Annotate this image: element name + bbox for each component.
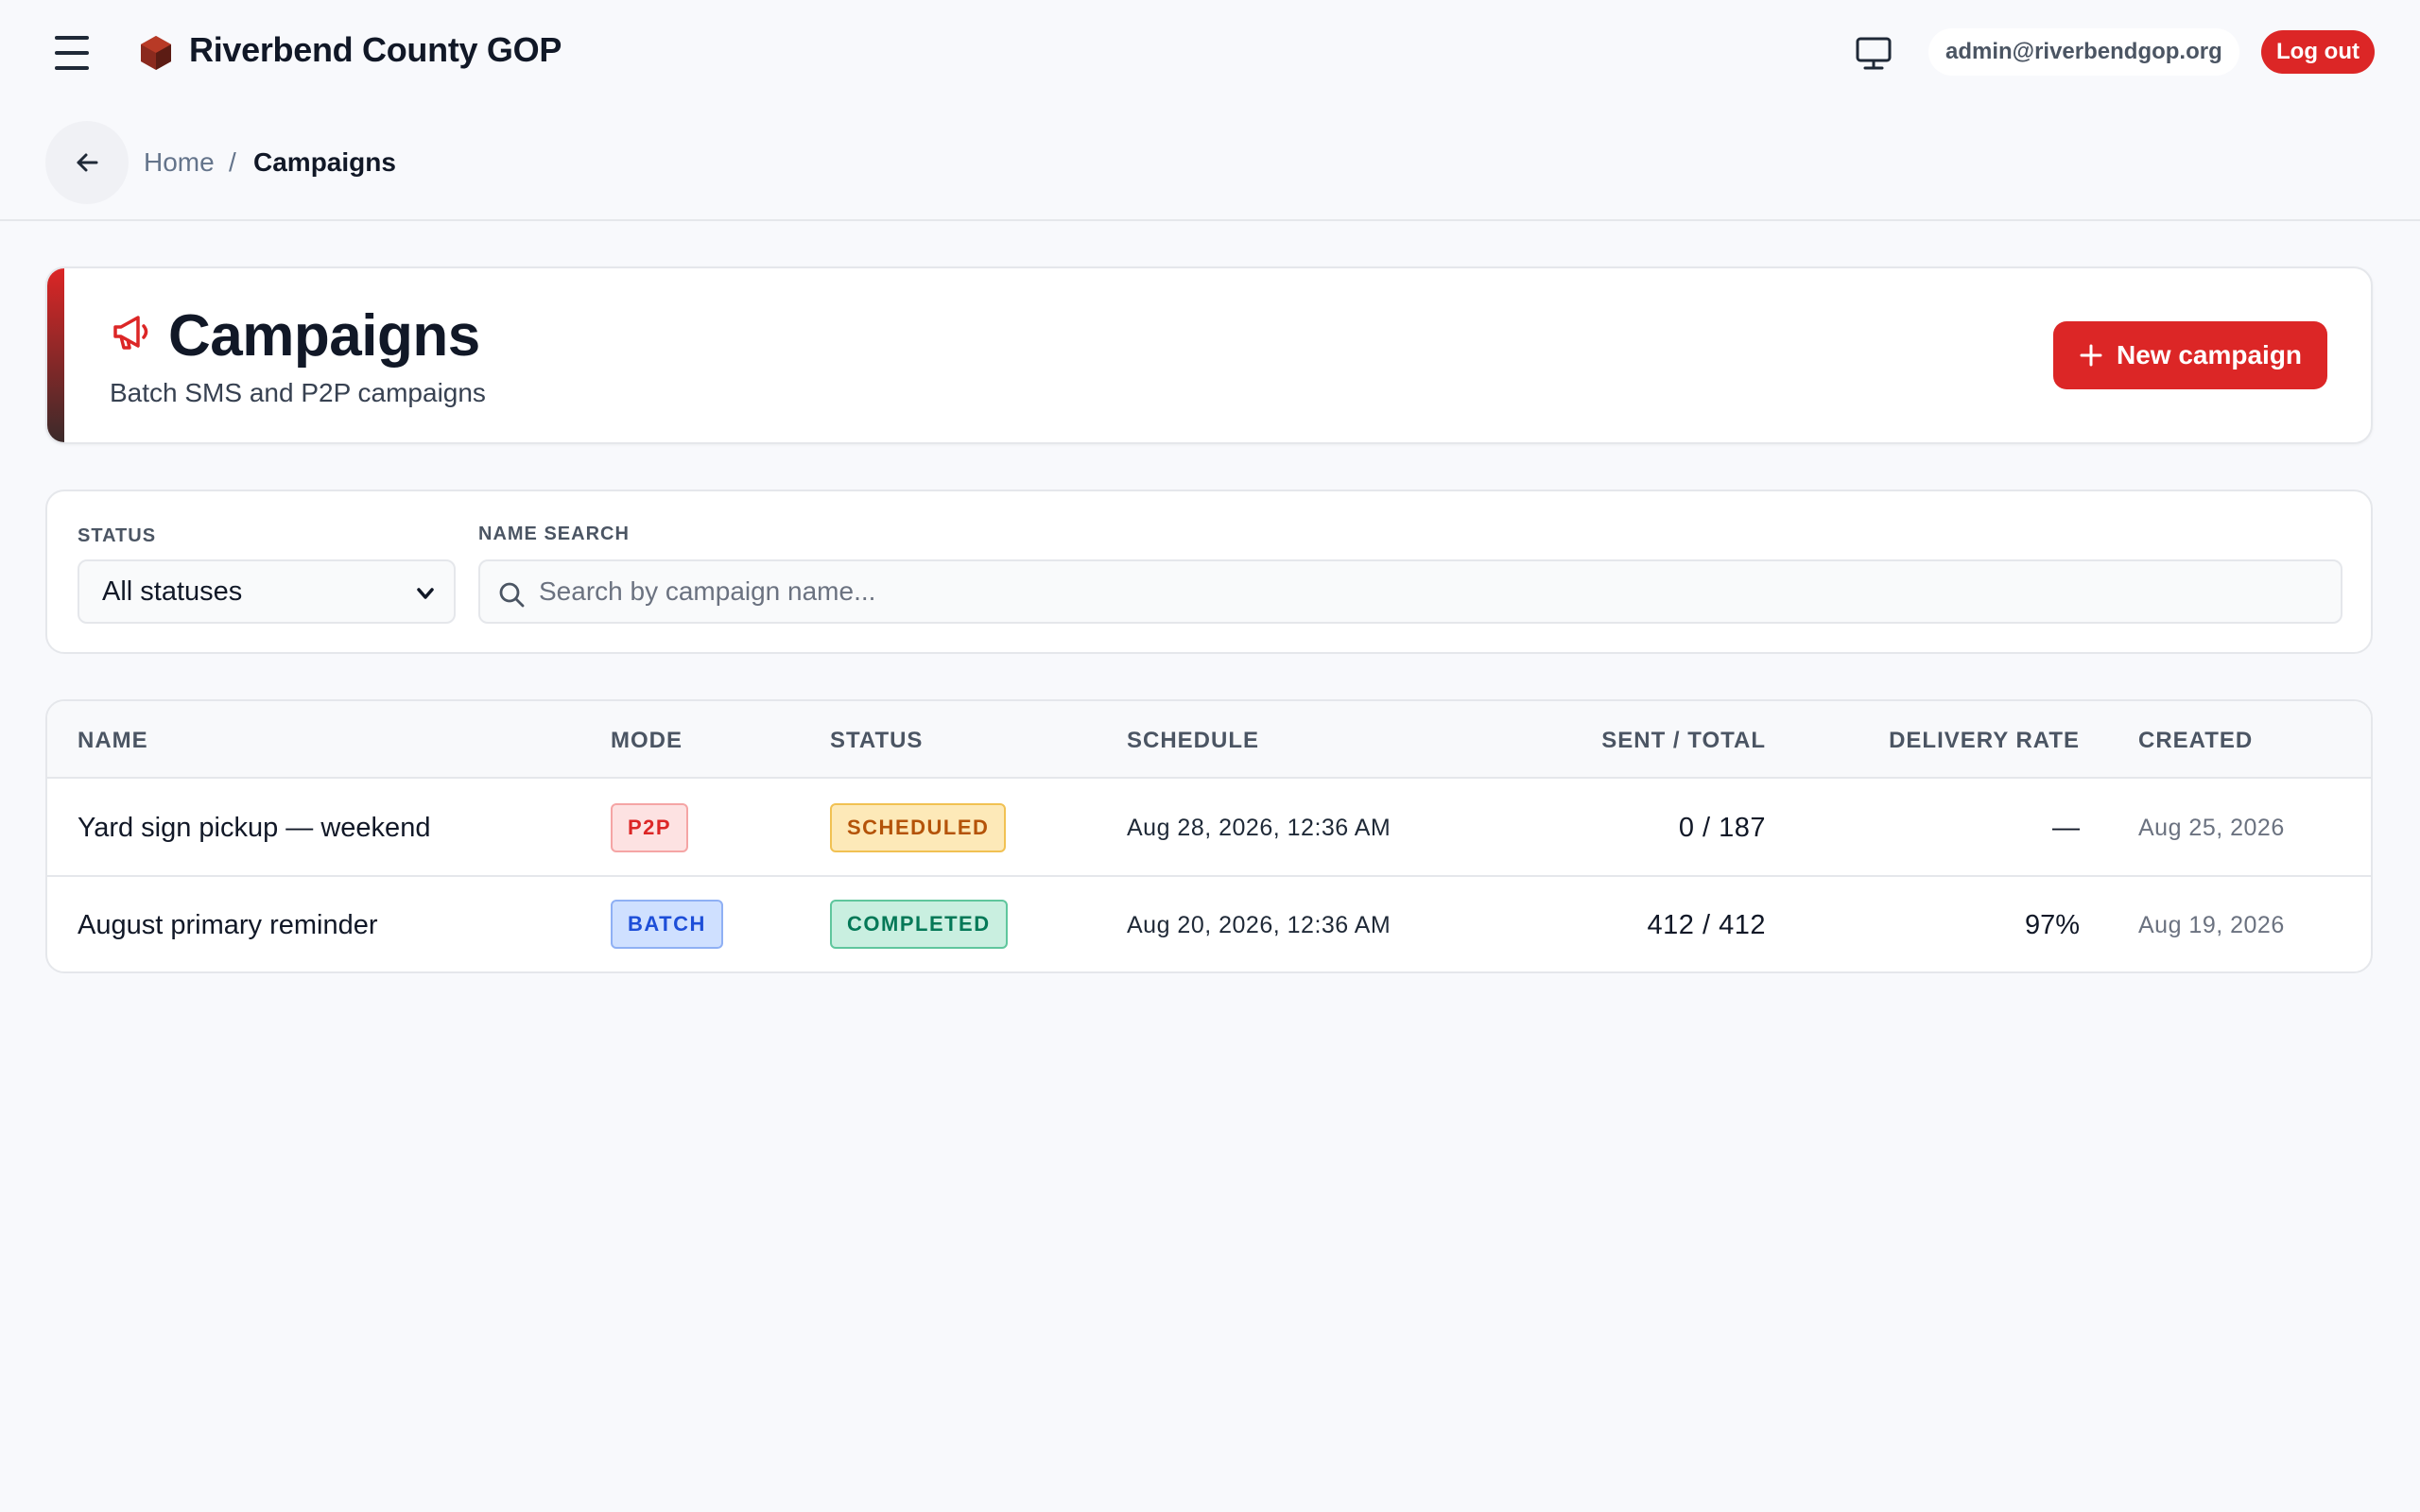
column-header-schedule[interactable]: SCHEDULE (1127, 728, 1259, 754)
page-header-card: Campaigns Batch SMS and P2P campaigns Ne… (45, 266, 2373, 444)
campaign-name[interactable]: Yard sign pickup — weekend (78, 781, 430, 875)
new-campaign-label: New campaign (2116, 340, 2303, 369)
logout-button[interactable]: Log out (2261, 30, 2375, 74)
column-header-status[interactable]: STATUS (830, 728, 923, 754)
breadcrumb-separator: / (229, 147, 236, 177)
status-filter-label: STATUS (78, 525, 157, 546)
megaphone-icon (113, 316, 148, 350)
sent-total-cell: 0 / 187 (1678, 812, 1766, 843)
accent-bar (47, 268, 64, 442)
campaign-name[interactable]: August primary reminder (78, 877, 378, 971)
status-select-value: All statuses (102, 576, 243, 607)
top-bar: Riverbend County GOP admin@riverbendgop.… (0, 0, 2420, 106)
table-header: NAME MODE STATUS SCHEDULE SENT / TOTAL D… (47, 701, 2371, 779)
search-box (478, 559, 2342, 624)
sent-total-cell: 412 / 412 (1647, 909, 1766, 940)
schedule-cell: Aug 28, 2026, 12:36 AM (1127, 814, 1392, 841)
mode-badge: P2P (611, 803, 689, 852)
page-title: Campaigns (168, 303, 480, 369)
column-header-mode[interactable]: MODE (611, 728, 683, 754)
breadcrumb: Home / Campaigns (0, 106, 2420, 221)
name-search-label: NAME SEARCH (478, 524, 630, 544)
breadcrumb-home-link[interactable]: Home (144, 147, 215, 178)
table-row[interactable]: August primary reminder BATCH COMPLETED … (47, 877, 2371, 971)
hamburger-icon[interactable] (49, 34, 95, 72)
column-header-delivery-rate[interactable]: DELIVERY RATE (1796, 728, 2080, 754)
chevron-down-icon (417, 588, 434, 599)
filters-card: STATUS All statuses NAME SEARCH (45, 490, 2373, 654)
status-badge: SCHEDULED (830, 803, 1007, 852)
monitor-icon[interactable] (1853, 32, 1894, 74)
created-cell: Aug 25, 2026 (2138, 814, 2285, 841)
column-header-name[interactable]: NAME (78, 728, 148, 754)
table-row[interactable]: Yard sign pickup — weekend P2P SCHEDULED… (47, 781, 2371, 877)
search-input[interactable] (539, 561, 2325, 622)
search-icon (499, 582, 525, 608)
status-select[interactable]: All statuses (78, 559, 456, 624)
page-subtitle: Batch SMS and P2P campaigns (110, 378, 486, 407)
plus-icon (2080, 344, 2102, 367)
status-badge: COMPLETED (830, 900, 1008, 949)
delivery-rate-cell: — (2052, 812, 2080, 843)
brand-name: Riverbend County GOP (189, 30, 562, 69)
column-header-sent-total[interactable]: SENT / TOTAL (1465, 728, 1766, 754)
back-button[interactable] (45, 121, 129, 204)
mode-badge: BATCH (611, 900, 723, 949)
new-campaign-button[interactable]: New campaign (2053, 321, 2327, 389)
user-email: admin@riverbendgop.org (1928, 28, 2239, 76)
column-header-created[interactable]: CREATED (2138, 728, 2253, 754)
campaigns-table: NAME MODE STATUS SCHEDULE SENT / TOTAL D… (45, 699, 2373, 973)
brand-logo-icon (141, 36, 171, 70)
arrow-left-icon (77, 153, 98, 172)
delivery-rate-cell: 97% (2024, 909, 2080, 940)
breadcrumb-current: Campaigns (253, 147, 396, 177)
created-cell: Aug 19, 2026 (2138, 911, 2285, 938)
schedule-cell: Aug 20, 2026, 12:36 AM (1127, 911, 1392, 938)
